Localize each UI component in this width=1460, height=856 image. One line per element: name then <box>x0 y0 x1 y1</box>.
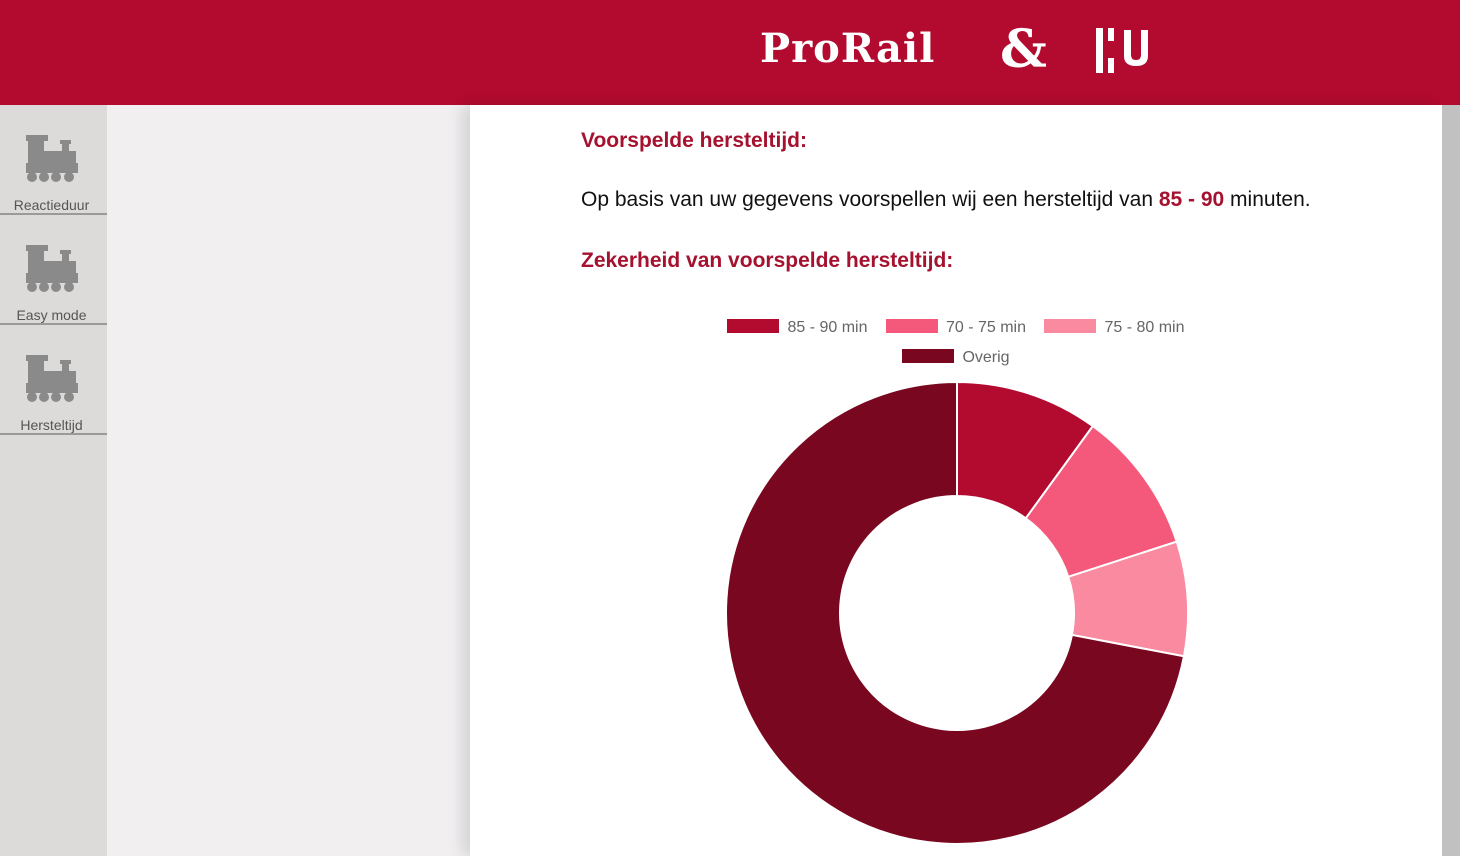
sidebar-item-label: Hersteltijd <box>20 417 83 433</box>
legend-swatch <box>902 349 955 363</box>
train-icon <box>26 135 78 182</box>
prediction-text-before: Op basis van uw gegevens voorspellen wij… <box>581 188 1159 211</box>
sidebar: Reactieduur Easy mode Hersteltijd <box>0 105 107 856</box>
sidebar-item-easy-mode[interactable]: Easy mode <box>0 215 107 325</box>
certainty-heading: Zekerheid van voorspelde hersteltijd: <box>581 249 954 272</box>
legend-label: 75 - 80 min <box>1104 319 1185 336</box>
sidebar-item-hersteltijd[interactable]: Hersteltijd <box>0 325 107 435</box>
prediction-value: 85 - 90 <box>1158 188 1225 211</box>
prediction-text: Op basis van uw gegevens voorspellen wij… <box>581 188 1311 212</box>
main-content: Voorspelde hersteltijd: Op basis van uw … <box>470 105 1442 856</box>
prorail-logo: ProRail <box>760 25 936 72</box>
legend-swatch <box>727 319 780 333</box>
legend-label: 70 - 75 min <box>945 319 1027 336</box>
legend-swatch <box>1044 319 1097 333</box>
legend-label: 85 - 90 min <box>787 319 868 336</box>
scrollbar[interactable] <box>1442 105 1460 856</box>
sidebar-item-reactieduur[interactable]: Reactieduur <box>0 105 107 215</box>
prediction-text-after: minuten. <box>1224 188 1311 211</box>
chart-legend: 85 - 90 min 70 - 75 min 75 - 80 min <box>470 319 1442 337</box>
app-header: ProRail & <box>0 0 1460 105</box>
prediction-heading: Voorspelde hersteltijd: <box>581 129 807 152</box>
sidebar-item-label: Easy mode <box>16 307 87 323</box>
legend-item-75-80[interactable]: 75 - 80 min <box>1044 319 1185 337</box>
chart-legend-row-2: Overig <box>470 349 1442 367</box>
divider <box>0 433 107 435</box>
hu-logo <box>1096 28 1148 73</box>
legend-item-overig[interactable]: Overig <box>902 349 1010 367</box>
legend-swatch <box>885 319 938 333</box>
doughnut-chart <box>725 380 1189 845</box>
sidebar-item-label: Reactieduur <box>13 197 90 213</box>
legend-label: Overig <box>962 349 1010 366</box>
legend-item-85-90[interactable]: 85 - 90 min <box>727 319 868 337</box>
legend-item-70-75[interactable]: 70 - 75 min <box>885 319 1027 337</box>
ampersand-logo: & <box>1000 19 1047 80</box>
train-icon <box>26 355 78 402</box>
train-icon <box>26 245 78 292</box>
